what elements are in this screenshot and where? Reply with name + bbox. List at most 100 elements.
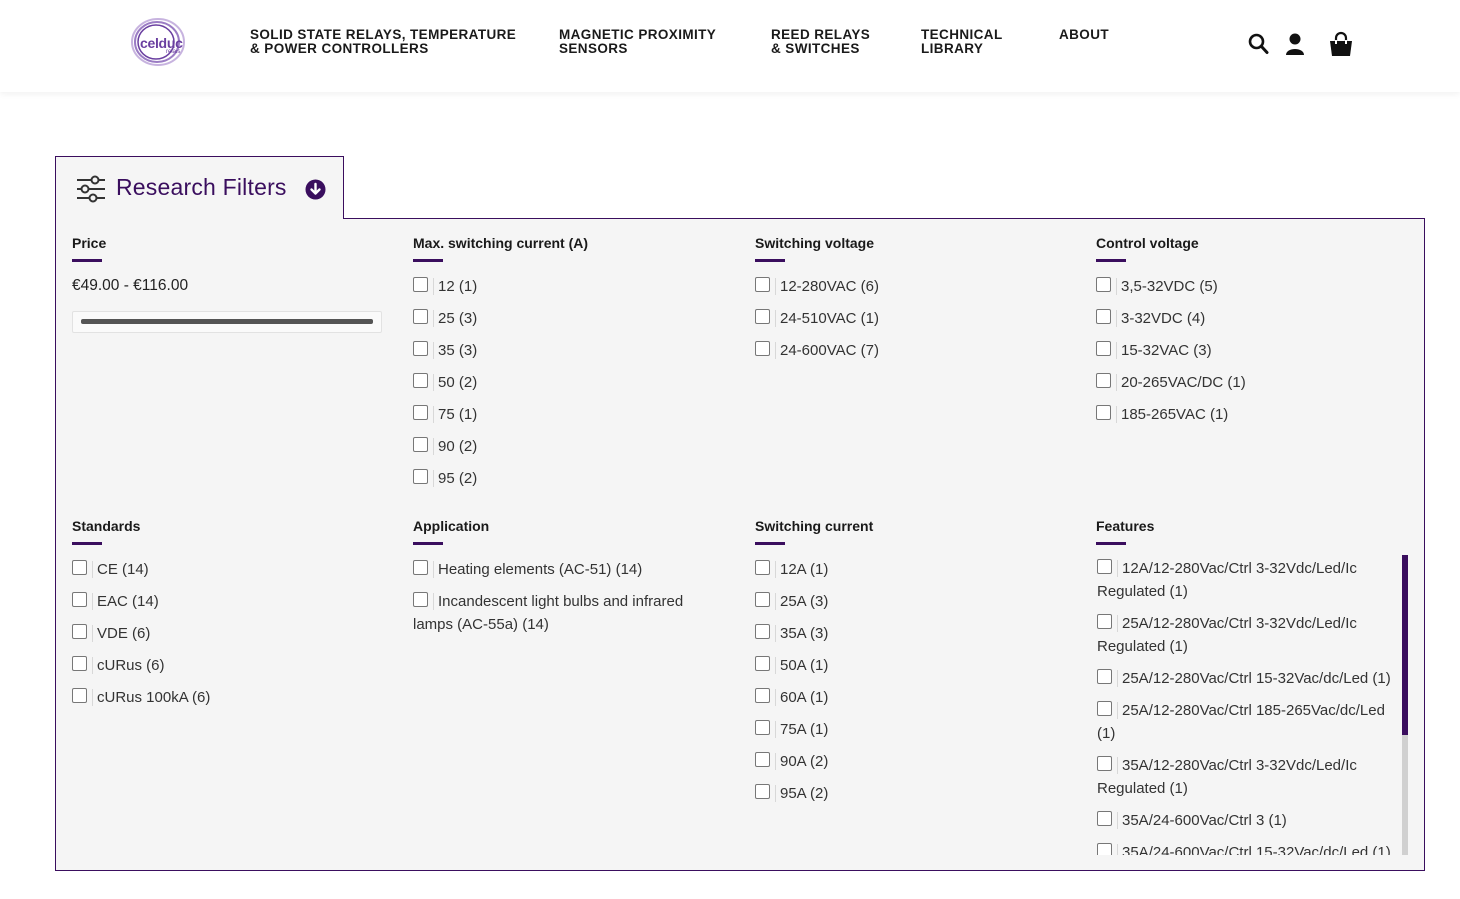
checkbox[interactable] (1096, 277, 1111, 292)
filter-option[interactable]: 25A/12-280Vac/Ctrl 3-32Vdc/Led/Ic Regula… (1097, 612, 1403, 658)
checkbox[interactable] (1097, 701, 1112, 716)
price-slider-track[interactable] (81, 319, 373, 324)
nav-solid-state-relays[interactable]: SOLID STATE RELAYS, TEMPERATURE & POWER … (250, 28, 516, 56)
checkbox[interactable] (1096, 341, 1111, 356)
checkbox[interactable] (1097, 669, 1112, 684)
features-scrollbar-thumb[interactable] (1402, 555, 1408, 735)
filter-option[interactable]: 35A/12-280Vac/Ctrl 3-32Vdc/Led/Ic Regula… (1097, 754, 1403, 800)
filter-option[interactable]: 185-265VAC (1) (1096, 403, 1406, 426)
nav-magnetic-proximity-sensors[interactable]: MAGNETIC PROXIMITY SENSORS (559, 28, 716, 56)
user-icon[interactable] (1285, 33, 1305, 60)
checkbox[interactable] (755, 656, 770, 671)
filter-option[interactable]: 24-600VAC (7) (755, 339, 1075, 362)
filter-option[interactable]: 12 (1) (413, 275, 733, 298)
filter-option[interactable]: 35A/24-600Vac/Ctrl 15-32Vac/dc/Led (1) (1097, 841, 1403, 855)
checkbox[interactable] (413, 437, 428, 452)
checkbox[interactable] (755, 560, 770, 575)
checkbox[interactable] (413, 592, 428, 607)
features-scroll-area[interactable]: 12A/12-280Vac/Ctrl 3-32Vdc/Led/Ic Regula… (1097, 555, 1403, 855)
cart-icon[interactable] (1328, 31, 1354, 62)
filter-option[interactable]: cURus 100kA (6) (72, 686, 392, 709)
filter-option[interactable]: 90 (2) (413, 435, 733, 458)
filter-option[interactable]: CE (14) (72, 558, 392, 581)
filter-option[interactable]: cURus (6) (72, 654, 392, 677)
filter-option[interactable]: 25A/12-280Vac/Ctrl 185-265Vac/dc/Led (1) (1097, 699, 1403, 745)
filter-option[interactable]: 50A (1) (755, 654, 1075, 677)
filter-option[interactable]: 95A (2) (755, 782, 1075, 805)
separator (1117, 702, 1118, 719)
option-label: 12 (1) (438, 278, 478, 295)
filter-option[interactable]: 95 (2) (413, 467, 733, 490)
checkbox[interactable] (1097, 614, 1112, 629)
checkbox[interactable] (1097, 811, 1112, 826)
filter-option[interactable]: EAC (14) (72, 590, 392, 613)
option-label: 90 (2) (438, 438, 478, 455)
checkbox[interactable] (755, 341, 770, 356)
filter-option[interactable]: 20-265VAC/DC (1) (1096, 371, 1406, 394)
research-filters-title: Research Filters (116, 174, 287, 200)
filter-option[interactable]: 12A/12-280Vac/Ctrl 3-32Vdc/Led/Ic Regula… (1097, 557, 1403, 603)
filter-option[interactable]: Heating elements (AC-51) (14) (413, 558, 703, 581)
filter-option[interactable]: 3-32VDC (4) (1096, 307, 1406, 330)
checkbox[interactable] (1097, 559, 1112, 574)
checkbox[interactable] (1096, 309, 1111, 324)
filter-option[interactable]: 75A (1) (755, 718, 1075, 741)
nav-technical-library[interactable]: TECHNICAL LIBRARY (921, 28, 1003, 56)
search-icon[interactable] (1248, 33, 1269, 60)
checkbox[interactable] (755, 688, 770, 703)
filter-option[interactable]: 12A (1) (755, 558, 1075, 581)
checkbox[interactable] (413, 309, 428, 324)
filter-option[interactable]: 12-280VAC (6) (755, 275, 1075, 298)
filter-option[interactable]: 35 (3) (413, 339, 733, 362)
checkbox[interactable] (1097, 843, 1112, 855)
filter-option[interactable]: 90A (2) (755, 750, 1075, 773)
filter-option[interactable]: 15-32VAC (3) (1096, 339, 1406, 362)
filter-option[interactable]: 75 (1) (413, 403, 733, 426)
nav-about[interactable]: ABOUT (1059, 28, 1109, 42)
filter-option[interactable]: 25A (3) (755, 590, 1075, 613)
filter-option[interactable]: 60A (1) (755, 686, 1075, 709)
checkbox[interactable] (1097, 756, 1112, 771)
filter-option[interactable]: Incandescent light bulbs and infrared la… (413, 590, 703, 636)
research-filters-toggle[interactable]: Research Filters (55, 156, 344, 221)
checkbox[interactable] (755, 624, 770, 639)
option-label: 24-600VAC (7) (780, 342, 879, 359)
checkbox[interactable] (1096, 373, 1111, 388)
checkbox[interactable] (72, 688, 87, 703)
filter-option[interactable]: 35A (3) (755, 622, 1075, 645)
features-scrollbar[interactable] (1402, 555, 1408, 855)
filter-option[interactable]: 35A/24-600Vac/Ctrl 3 (1) (1097, 809, 1403, 832)
checkbox[interactable] (1096, 405, 1111, 420)
checkbox[interactable] (72, 560, 87, 575)
option-label: 15-32VAC (3) (1121, 342, 1212, 359)
checkbox[interactable] (413, 560, 428, 575)
filter-option[interactable]: 25A/12-280Vac/Ctrl 15-32Vac/dc/Led (1) (1097, 667, 1403, 690)
nav-reed-relays[interactable]: REED RELAYS & SWITCHES (771, 28, 870, 56)
checkbox[interactable] (413, 341, 428, 356)
filter-option[interactable]: 50 (2) (413, 371, 733, 394)
arrow-down-circle-icon[interactable] (305, 179, 326, 205)
option-label: 25A/12-280Vac/Ctrl 3-32Vdc/Led/Ic Regula… (1097, 615, 1357, 655)
checkbox[interactable] (413, 277, 428, 292)
checkbox[interactable] (755, 784, 770, 799)
checkbox[interactable] (755, 309, 770, 324)
checkbox[interactable] (413, 373, 428, 388)
checkbox[interactable] (755, 277, 770, 292)
checkbox[interactable] (755, 720, 770, 735)
filter-title: Max. switching current (A) (413, 235, 589, 251)
checkbox[interactable] (755, 752, 770, 767)
price-slider[interactable] (72, 311, 382, 333)
checkbox[interactable] (413, 405, 428, 420)
checkbox[interactable] (72, 624, 87, 639)
checkbox[interactable] (413, 469, 428, 484)
filter-option[interactable]: 3,5-32VDC (5) (1096, 275, 1406, 298)
celduc-logo[interactable]: celduc relais (128, 16, 194, 68)
filter-option[interactable]: 25 (3) (413, 307, 733, 330)
option-label: cURus (6) (97, 657, 165, 674)
filter-option[interactable]: 24-510VAC (1) (755, 307, 1075, 330)
checkbox[interactable] (755, 592, 770, 607)
filter-option[interactable]: VDE (6) (72, 622, 392, 645)
checkbox[interactable] (72, 656, 87, 671)
checkbox[interactable] (72, 592, 87, 607)
option-label: 95 (2) (438, 470, 478, 487)
